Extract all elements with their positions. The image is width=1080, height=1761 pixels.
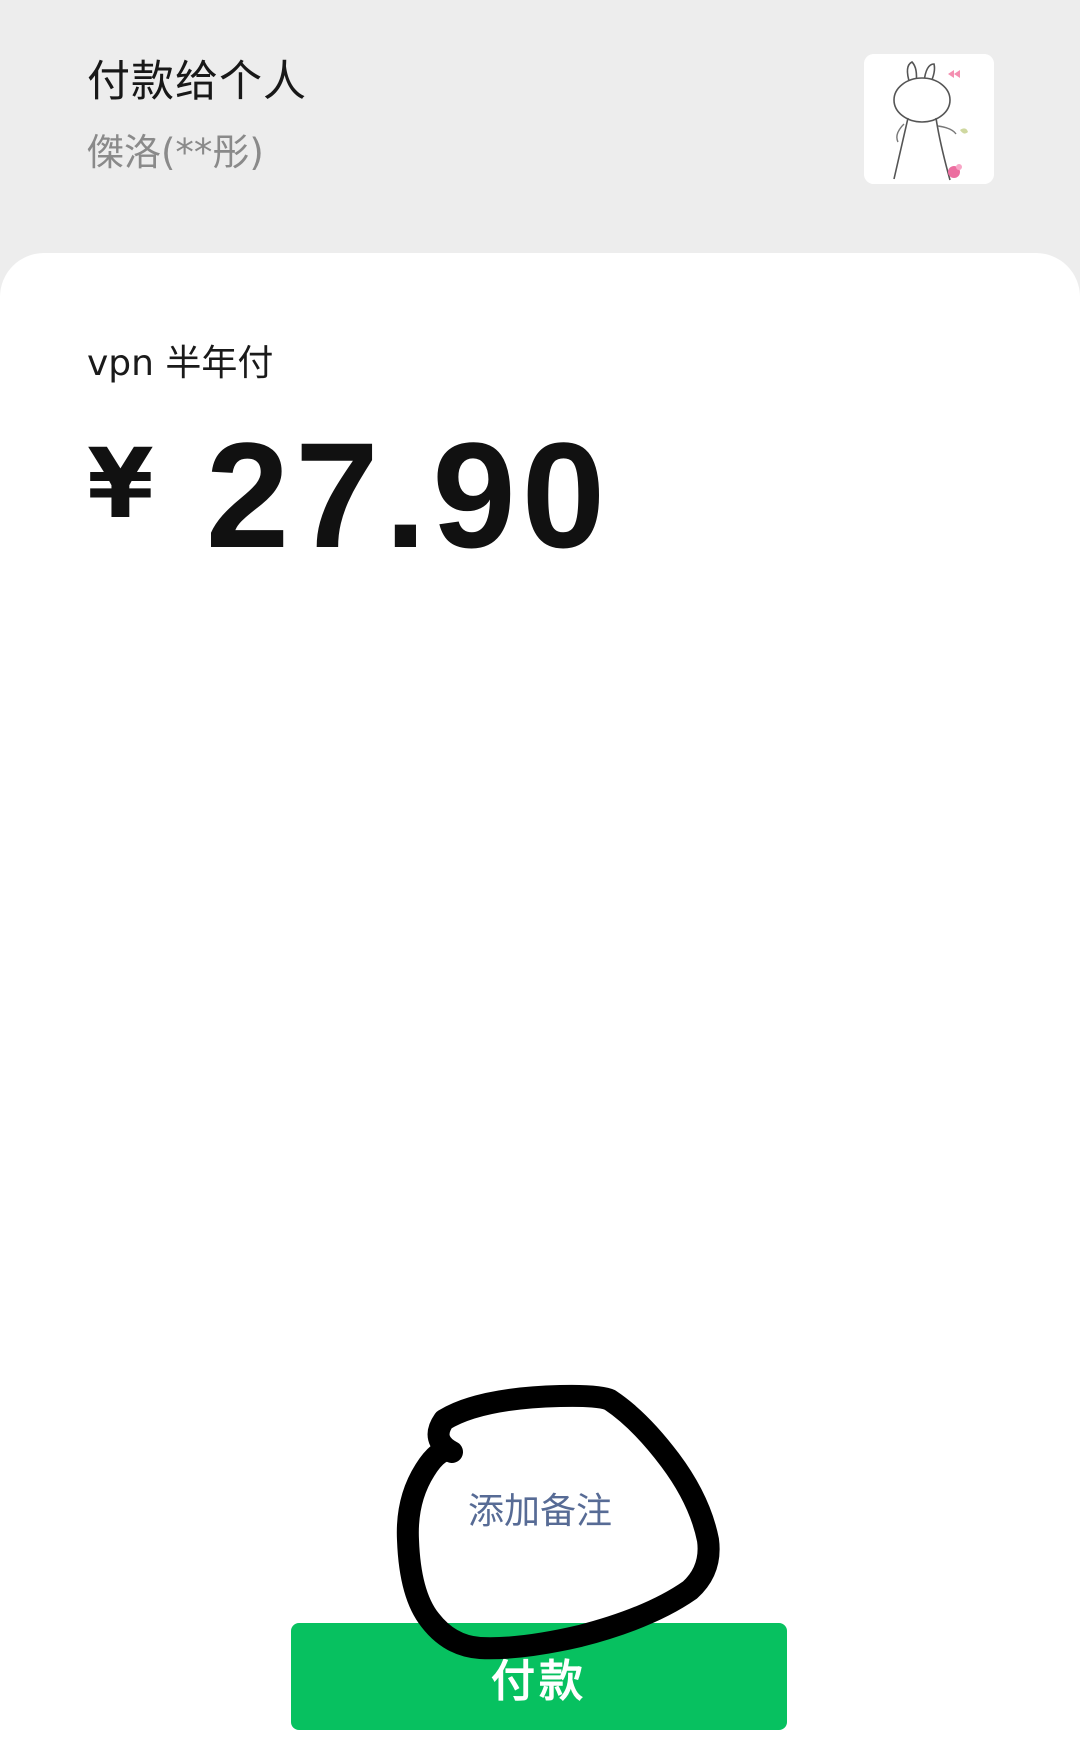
bunny-avatar-icon bbox=[864, 54, 994, 184]
avatar[interactable] bbox=[864, 54, 994, 184]
payment-note: vpn 半年付 bbox=[87, 343, 274, 384]
recipient-name: 傑洛(**彤) bbox=[87, 131, 264, 174]
amount-display: ¥ 27.90 bbox=[87, 420, 611, 570]
pay-button[interactable]: 付款 bbox=[291, 1623, 787, 1730]
page-header: 付款给个人 傑洛(**彤) bbox=[0, 0, 1080, 255]
add-note-link[interactable]: 添加备注 bbox=[0, 1488, 1080, 1536]
amount-value: 27.90 bbox=[205, 411, 612, 579]
currency-symbol: ¥ bbox=[87, 428, 154, 540]
page-title: 付款给个人 bbox=[87, 57, 307, 107]
